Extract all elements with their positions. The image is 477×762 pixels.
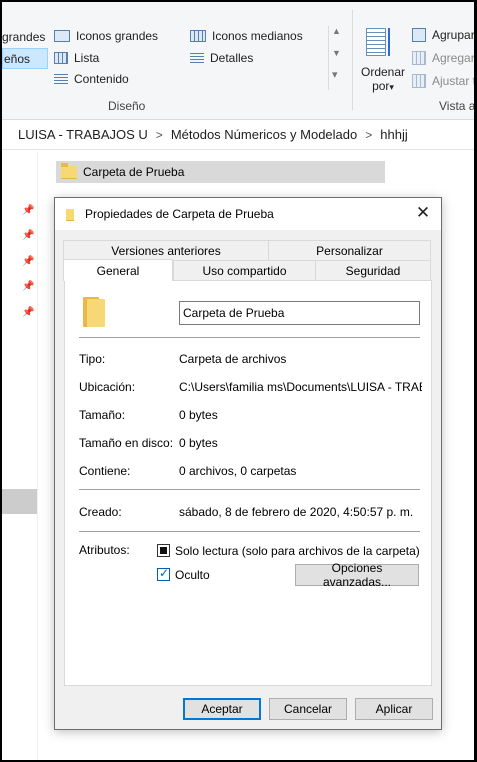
navigation-pane[interactable]: 📌 📌 📌 📌 📌 xyxy=(2,151,38,760)
size-label: Tamaño: xyxy=(79,408,126,422)
hidden-checkbox[interactable] xyxy=(157,566,170,581)
tab-personalizar[interactable]: Personalizar xyxy=(268,240,431,260)
close-icon[interactable]: ✕ xyxy=(415,204,431,221)
layout-item-label: Detalles xyxy=(210,51,254,65)
group-label-layout: Diseño xyxy=(108,99,146,113)
group-by-label: Agrupar xyxy=(432,28,475,42)
type-label: Tipo: xyxy=(79,352,106,366)
layout-list[interactable]: Lista xyxy=(54,51,99,65)
type-value: Carpeta de archivos xyxy=(179,352,287,366)
apply-button[interactable]: Aplicar xyxy=(355,698,433,720)
add-columns-label: Agregar xyxy=(432,51,475,65)
scroll-down-icon[interactable]: ▼ xyxy=(332,48,341,58)
group-label-view: Vista a xyxy=(439,99,476,113)
details-view-icon xyxy=(190,52,204,64)
list-item-label: Carpeta de Prueba xyxy=(83,165,185,179)
medium-icons-icon xyxy=(190,30,206,42)
breadcrumb-item[interactable]: Métodos Númericos y Modelado xyxy=(171,127,357,142)
ribbon: grandes Iconos grandes Iconos medianos e… xyxy=(2,2,477,120)
layout-large-icons[interactable]: Iconos grandes xyxy=(54,29,158,43)
readonly-checkbox[interactable] xyxy=(157,544,170,557)
pin-icon[interactable]: 📌 xyxy=(22,205,34,217)
size-on-disk-label: Tamaño en disco: xyxy=(79,436,174,450)
layout-gallery-scrollbar[interactable]: ▲ ▼ ▾ xyxy=(328,26,344,90)
pin-icon[interactable]: 📌 xyxy=(22,281,34,293)
chevron-right-icon[interactable]: > xyxy=(365,128,372,142)
layout-large-icons-partial[interactable]: grandes xyxy=(2,30,45,44)
dialog-title: Propiedades de Carpeta de Prueba xyxy=(85,207,274,221)
content-view-icon xyxy=(54,73,68,85)
breadcrumb-item[interactable]: hhhjj xyxy=(380,127,407,142)
divider xyxy=(79,531,420,532)
sort-by-icon xyxy=(366,28,394,58)
ribbon-separator xyxy=(352,10,353,110)
layout-medium-icons[interactable]: Iconos medianos xyxy=(190,29,303,43)
advanced-options-button[interactable]: Opciones avanzadas... xyxy=(295,561,419,589)
layout-item-label: Iconos medianos xyxy=(212,29,303,43)
size-value: 0 bytes xyxy=(179,408,218,422)
pin-icon[interactable]: 📌 xyxy=(22,307,34,319)
created-label: Creado: xyxy=(79,505,122,519)
fit-columns-button[interactable]: Ajustar t xyxy=(412,74,477,88)
sort-by-label: Ordenar por▾ xyxy=(360,65,406,93)
tab-label: Seguridad xyxy=(345,263,401,278)
location-value: C:\Users\familia ms\Documents\LUISA - TR… xyxy=(179,380,422,394)
divider xyxy=(79,337,420,338)
layout-item-label: eños xyxy=(4,51,31,66)
size-on-disk-value: 0 bytes xyxy=(179,436,218,450)
pin-icon[interactable]: 📌 xyxy=(22,256,34,268)
folder-icon xyxy=(83,297,105,327)
chevron-right-icon[interactable]: > xyxy=(156,128,163,142)
tab-general[interactable]: General xyxy=(63,259,173,281)
large-icons-icon xyxy=(54,30,70,42)
group-by-button[interactable]: Agrupar xyxy=(412,28,475,42)
add-columns-button[interactable]: Agregar xyxy=(412,51,475,65)
created-value: sábado, 8 de febrero de 2020, 4:50:57 p.… xyxy=(179,505,414,519)
ok-button[interactable]: Aceptar xyxy=(183,698,261,720)
tab-uso-compartido[interactable]: Uso compartido xyxy=(173,260,316,280)
contains-value: 0 archivos, 0 carpetas xyxy=(179,464,297,478)
pin-icon[interactable]: 📌 xyxy=(22,230,34,242)
folder-icon xyxy=(66,209,74,221)
layout-item-label: Iconos grandes xyxy=(76,29,159,43)
tab-label: Uso compartido xyxy=(202,263,287,278)
readonly-checkbox-label[interactable]: Solo lectura (solo para archivos de la c… xyxy=(175,544,420,558)
layout-item-label: grandes xyxy=(2,30,46,44)
add-columns-icon xyxy=(412,51,426,65)
attributes-label: Atributos: xyxy=(79,543,130,557)
breadcrumb-item[interactable]: LUISA - TRABAJOS U xyxy=(18,127,148,142)
tab-label: Versiones anteriores xyxy=(111,243,221,258)
tab-seguridad[interactable]: Seguridad xyxy=(315,260,431,280)
gallery-expand-icon[interactable]: ▾ xyxy=(332,68,338,81)
list-item[interactable]: Carpeta de Prueba xyxy=(56,161,385,183)
tab-label: General xyxy=(96,263,140,278)
properties-dialog: Propiedades de Carpeta de Prueba ✕ Versi… xyxy=(54,197,442,730)
cancel-button[interactable]: Cancelar xyxy=(269,698,347,720)
group-by-icon xyxy=(412,28,426,42)
hidden-checkbox-label[interactable]: Oculto xyxy=(175,568,210,582)
fit-columns-label: Ajustar t xyxy=(432,74,477,88)
dialog-title-bar[interactable]: Propiedades de Carpeta de Prueba ✕ xyxy=(55,198,441,230)
folder-name-field[interactable] xyxy=(179,301,420,325)
layout-content[interactable]: Contenido xyxy=(54,72,129,86)
folder-icon xyxy=(61,162,77,179)
list-view-icon xyxy=(54,52,68,64)
contains-label: Contiene: xyxy=(79,464,131,478)
tab-versiones-anteriores[interactable]: Versiones anteriores xyxy=(63,240,269,260)
layout-details[interactable]: Detalles xyxy=(190,51,253,65)
tab-label: Personalizar xyxy=(316,243,383,258)
general-tab-panel: Tipo: Carpeta de archivos Ubicación: C:\… xyxy=(64,280,432,686)
breadcrumb[interactable]: LUISA - TRABAJOS U > Métodos Númericos y… xyxy=(2,120,474,150)
layout-item-label: Lista xyxy=(74,51,100,65)
layout-small-icons[interactable]: eños xyxy=(2,48,48,69)
fit-columns-icon xyxy=(412,74,426,88)
explorer-window: grandes Iconos grandes Iconos medianos e… xyxy=(0,0,477,762)
divider xyxy=(79,489,420,490)
nav-selected-item[interactable] xyxy=(2,489,37,514)
scroll-up-icon[interactable]: ▲ xyxy=(332,26,341,36)
layout-item-label: Contenido xyxy=(74,72,129,86)
location-label: Ubicación: xyxy=(79,380,136,394)
